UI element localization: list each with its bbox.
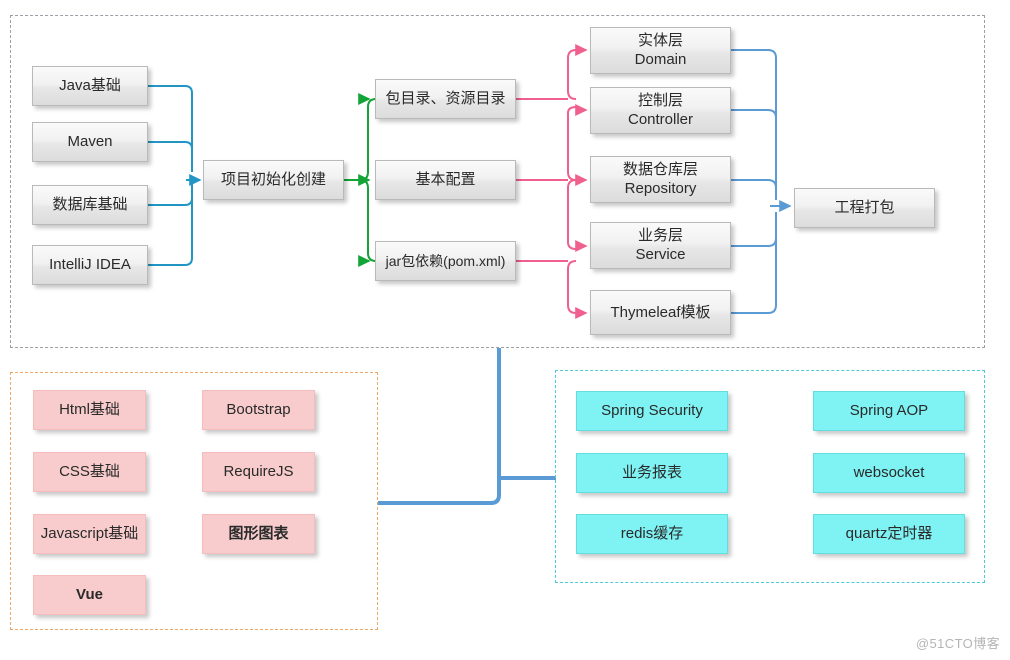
node-label: Javascript基础 [40,525,139,543]
node-label: RequireJS [223,463,294,481]
node-label: IntelliJ IDEA [49,256,131,274]
node-spring-aop[interactable]: Spring AOP [813,391,965,431]
node-label: 工程打包 [834,199,895,217]
node-label: redis缓存 [620,525,684,543]
node-label-line1: 业务层 [637,227,683,245]
node-javascript-basics[interactable]: Javascript基础 [33,514,146,554]
watermark: @51CTO博客 [915,636,1000,651]
node-label-line2: Repository [624,179,697,197]
node-redis-cache[interactable]: redis缓存 [576,514,728,554]
node-bootstrap[interactable]: Bootstrap [202,390,315,430]
node-label: Spring Security [601,402,703,420]
node-quartz-scheduler[interactable]: quartz定时器 [813,514,965,554]
node-css-basics[interactable]: CSS基础 [33,452,146,492]
node-layer-repository[interactable]: 数据仓库层 Repository [590,156,731,203]
node-project-init[interactable]: 项目初始化创建 [203,160,344,200]
node-package-directory[interactable]: 包目录、资源目录 [375,79,516,119]
node-label: 项目初始化创建 [220,171,326,189]
node-label: 基本配置 [415,171,476,189]
node-label: Bootstrap [226,401,291,419]
node-label: 业务报表 [621,464,682,482]
node-label: Vue [76,586,103,604]
node-label: 图形图表 [228,525,289,543]
node-intellij-idea[interactable]: IntelliJ IDEA [32,245,148,285]
node-label-line1: 控制层 [637,92,683,110]
node-label: quartz定时器 [845,525,933,543]
node-database-basics[interactable]: 数据库基础 [32,185,148,225]
node-business-report[interactable]: 业务报表 [576,453,728,493]
node-label: websocket [853,464,925,482]
wire-bottom-trunk [378,348,556,505]
node-project-package[interactable]: 工程打包 [794,188,935,228]
node-label: 数据库基础 [52,196,128,214]
node-requirejs[interactable]: RequireJS [202,452,315,492]
node-label: jar包依赖(pom.xml) [385,252,506,269]
node-label-line2: Controller [627,110,694,128]
node-label: Spring AOP [849,402,929,420]
node-layer-service[interactable]: 业务层 Service [590,222,731,269]
node-java-basics[interactable]: Java基础 [32,66,148,106]
node-charts[interactable]: 图形图表 [202,514,315,554]
node-layer-thymeleaf[interactable]: Thymeleaf模板 [590,290,731,335]
node-basic-config[interactable]: 基本配置 [375,160,516,200]
node-websocket[interactable]: websocket [813,453,965,493]
node-label: 包目录、资源目录 [385,90,506,108]
node-layer-controller[interactable]: 控制层 Controller [590,87,731,134]
node-label: Thymeleaf模板 [610,303,711,321]
node-label-line2: Domain [634,50,687,68]
node-spring-security[interactable]: Spring Security [576,391,728,431]
node-vue[interactable]: Vue [33,575,146,615]
node-label-line2: Service [635,245,686,263]
node-html-basics[interactable]: Html基础 [33,390,146,430]
node-layer-domain[interactable]: 实体层 Domain [590,27,731,74]
node-label: Maven [67,133,113,151]
node-label: Java基础 [59,77,121,95]
diagram-canvas: Java基础 Maven 数据库基础 IntelliJ IDEA 项目初始化创建… [0,0,1010,660]
node-label-line1: 实体层 [637,32,683,50]
node-label: Html基础 [59,401,120,419]
node-maven[interactable]: Maven [32,122,148,162]
node-label-line1: 数据仓库层 [622,161,698,179]
node-jar-dependency[interactable]: jar包依赖(pom.xml) [375,241,516,281]
node-label: CSS基础 [59,463,120,481]
